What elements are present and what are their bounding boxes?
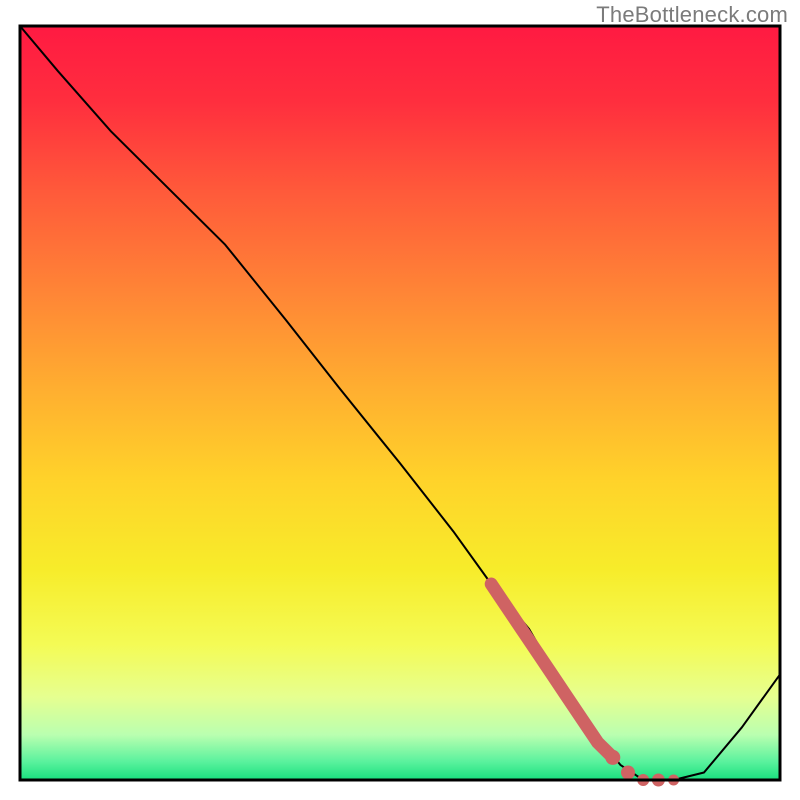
highlight-dot — [621, 766, 635, 780]
gradient-background — [20, 26, 780, 780]
highlight-dot — [605, 750, 620, 765]
bottleneck-chart — [0, 0, 800, 800]
chart-container: TheBottleneck.com — [0, 0, 800, 800]
plot-area — [20, 26, 780, 787]
watermark-text: TheBottleneck.com — [596, 2, 788, 28]
